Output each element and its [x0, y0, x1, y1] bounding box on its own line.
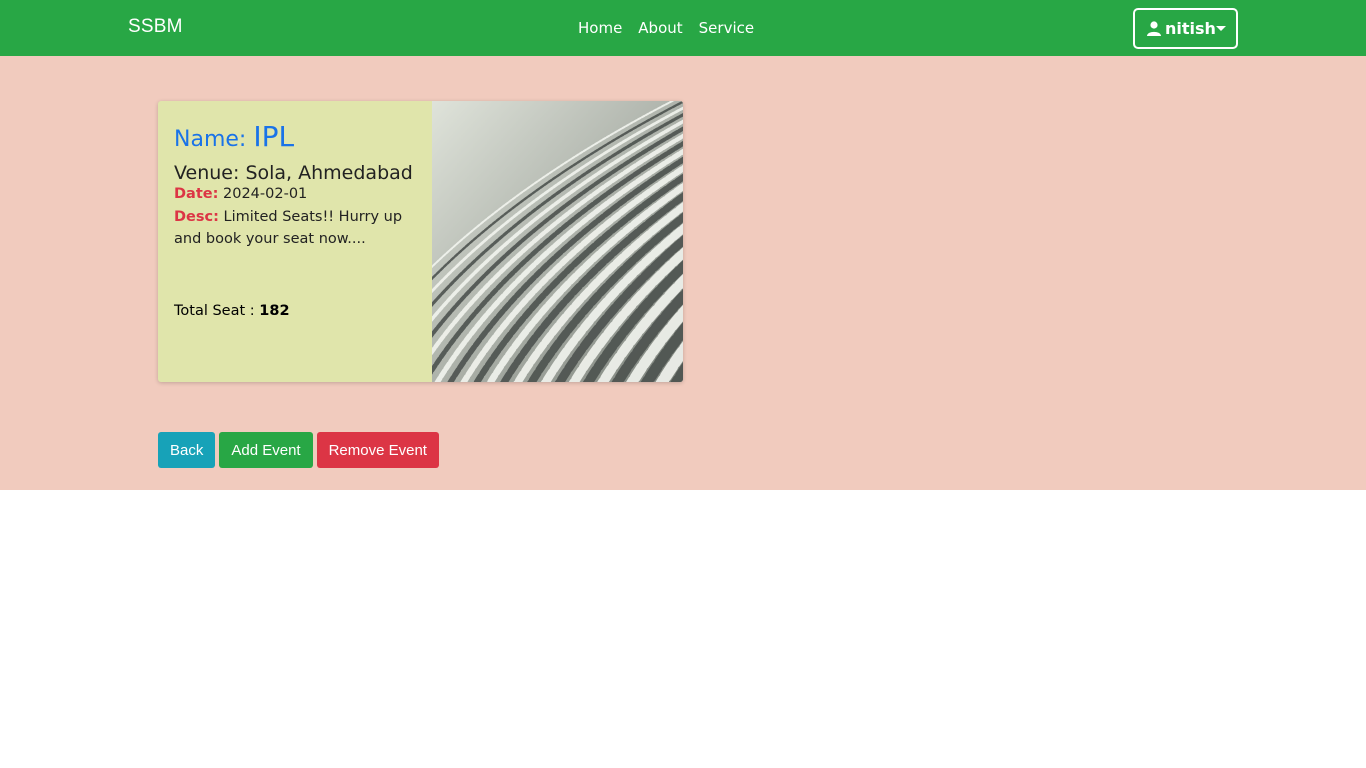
event-venue-line: Venue: Sola, Ahmedabad	[174, 162, 424, 184]
nav-link-about[interactable]: About	[630, 19, 690, 37]
total-seat-value: 182	[259, 303, 290, 319]
user-menu-button[interactable]: nitish	[1133, 8, 1238, 49]
user-icon	[1147, 21, 1161, 36]
user-name: nitish	[1165, 19, 1216, 38]
main-content: Name: IPL Venue: Sola, Ahmedabad Date: 2…	[0, 56, 1366, 490]
remove-event-button[interactable]: Remove Event	[316, 432, 439, 468]
event-card-body: Name: IPL Venue: Sola, Ahmedabad Date: 2…	[174, 117, 424, 250]
event-venue-label: Venue:	[174, 162, 240, 184]
total-seat-line: Total Seat : 182	[174, 303, 290, 319]
event-desc-label: Desc:	[174, 209, 219, 225]
event-date: 2024-02-01	[223, 186, 308, 202]
add-event-button[interactable]: Add Event	[219, 432, 313, 468]
nav-link-home[interactable]: Home	[570, 19, 630, 37]
nav-link-service[interactable]: Service	[691, 19, 762, 37]
chevron-down-icon	[1216, 26, 1226, 31]
nav-links: Home About Service	[570, 19, 762, 37]
navbar: SSBM Home About Service nitish	[0, 0, 1366, 56]
stadium-seats-illustration	[336, 101, 683, 382]
event-date-line: Date: 2024-02-01	[174, 186, 424, 202]
event-venue: Sola, Ahmedabad	[245, 162, 413, 184]
event-name: IPL	[253, 120, 295, 153]
action-buttons: Back Add Event Remove Event	[158, 432, 443, 468]
total-seat-label: Total Seat :	[174, 303, 255, 319]
brand-logo[interactable]: SSBM	[128, 16, 183, 38]
event-desc-line: Desc: Limited Seats!! Hurry up and book …	[174, 206, 424, 250]
event-date-label: Date:	[174, 186, 219, 202]
back-button[interactable]: Back	[158, 432, 216, 468]
event-card: Name: IPL Venue: Sola, Ahmedabad Date: 2…	[158, 101, 683, 382]
event-name-line: Name: IPL	[174, 117, 424, 160]
stadium-image	[336, 101, 683, 382]
event-name-label: Name:	[174, 127, 247, 152]
